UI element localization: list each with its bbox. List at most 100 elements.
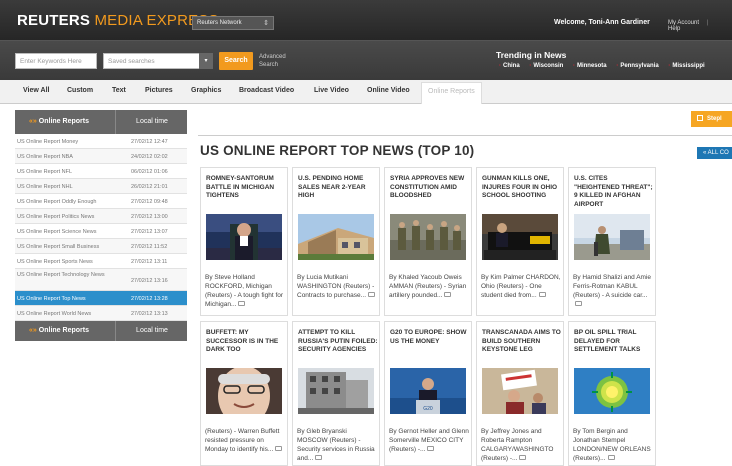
sidebar-report-item[interactable]: US Online Report World News 27/02/12 13:1… [15,306,187,321]
sidebar-report-item[interactable]: US Online Report NBA 24/02/12 02:02 [15,149,187,164]
card-thumbnail[interactable] [206,366,282,426]
sidebar-report-item[interactable]: US Online Report Science News 27/02/12 13… [15,224,187,239]
help-link[interactable]: Help [668,26,680,32]
sidebar-header: «» Online Reports Local time [15,110,187,134]
trending-item[interactable]: · Mississippi [668,63,704,69]
news-card[interactable]: BP OIL SPILL TRIAL DELAYED FOR SETTLEMEN… [568,321,656,466]
trending-item[interactable]: · Minnesota [573,63,607,69]
card-thumbnail[interactable] [206,214,282,260]
tab-view-all[interactable]: View All [23,87,49,94]
media-icon[interactable] [238,301,246,306]
divider [198,135,732,136]
keywords-input[interactable]: Enter Keywords Here [15,53,97,69]
sidebar-header-time[interactable]: Local time [117,110,187,134]
card-summary: By Gleb Bryanski MOSCOW (Reuters) - Secu… [297,427,379,463]
sidebar-report-item[interactable]: US Online Report Small Business 27/02/12 … [15,239,187,254]
list-icon [697,115,703,121]
card-headline[interactable]: ATTEMPT TO KILL RUSSIA'S PUTIN FOILED: S… [298,329,378,355]
card-thumbnail[interactable] [574,214,650,260]
report-name: US Online Report Oddly Enough [17,199,97,205]
card-summary-text: (Reuters) - Warren Buffett resisted pres… [205,428,280,453]
sidebar-footer-time[interactable]: Local time [117,321,187,341]
chevron-down-icon[interactable]: ▾ [199,53,213,69]
card-headline[interactable]: U.S. PENDING HOME SALES NEAR 2-YEAR HIGH [298,175,378,201]
card-headline[interactable]: GUNMAN KILLS ONE, INJURES FOUR IN OHIO S… [482,175,562,201]
sidebar-report-item[interactable]: US Online Report Technology News 27/02/12… [15,269,187,291]
tab-pictures[interactable]: Pictures [145,87,173,94]
sidebar-report-item[interactable]: US Online Report Top News 27/02/12 13:28 [15,291,187,306]
orange-action-button[interactable]: Stepl [691,111,732,127]
trending-item[interactable]: · China [499,63,520,69]
bullet-icon: · [616,63,619,69]
card-summary: (Reuters) - Warren Buffett resisted pres… [205,427,287,454]
news-card[interactable]: TRANSCANADA AIMS TO BUILD SOUTHERN KEYST… [476,321,564,466]
sidebar-report-item[interactable]: US Online Report Money 27/02/12 12:47 [15,134,187,149]
sidebar-report-item[interactable]: US Online Report Oddly Enough 27/02/12 09… [15,194,187,209]
card-summary: By Kim Palmer CHARDON, Ohio (Reuters) - … [481,273,563,300]
reuters-logo[interactable]: REUTERS MEDIA EXPRESS [17,12,219,29]
tab-online-reports[interactable]: Online Reports [421,82,482,104]
media-icon[interactable] [275,446,283,451]
media-icon[interactable] [368,292,376,297]
network-select[interactable]: Reuters Network ⇕ [192,16,274,30]
all-content-button[interactable]: « ALL CO [697,147,732,159]
media-icon[interactable] [607,455,615,460]
card-thumbnail[interactable] [298,214,374,260]
media-icon[interactable] [575,301,582,306]
card-headline[interactable]: ROMNEY-SANTORUM BATTLE IN MICHIGAN TIGHT… [206,175,286,201]
tab-text[interactable]: Text [112,87,126,94]
news-card[interactable]: ROMNEY-SANTORUM BATTLE IN MICHIGAN TIGHT… [200,167,288,316]
trending-item[interactable]: · Wisconsin [529,63,563,69]
card-headline[interactable]: U.S. CITES "HEIGHTENED THREAT"; 9 KILLED… [574,175,654,209]
media-icon[interactable] [444,292,452,297]
trending-title: Trending in News [496,50,567,60]
saved-searches-select[interactable]: Saved searches ▾ [103,53,213,69]
media-icon[interactable] [315,455,323,460]
card-summary-text: By Hamid Shalizi and Amie Ferris-Rotman … [573,274,652,299]
card-headline[interactable]: SYRIA APPROVES NEW CONSTITUTION AMID BLO… [390,175,470,201]
tab-online-video[interactable]: Online Video [367,87,410,94]
report-time: 27/02/12 13:28 [131,296,168,302]
media-icon[interactable] [538,292,546,297]
news-card[interactable]: SYRIA APPROVES NEW CONSTITUTION AMID BLO… [384,167,472,316]
tab-graphics[interactable]: Graphics [191,87,221,94]
news-card[interactable]: GUNMAN KILLS ONE, INJURES FOUR IN OHIO S… [476,167,564,316]
report-time: 27/02/12 09:48 [131,199,168,205]
card-thumbnail[interactable] [482,368,558,414]
card-thumbnail[interactable] [390,214,466,260]
report-time: 27/02/12 13:00 [131,214,168,220]
news-card[interactable]: G20 TO EUROPE: SHOW US THE MONEY G20 By Ge… [384,321,472,466]
tab-broadcast-video[interactable]: Broadcast Video [239,87,294,94]
card-headline[interactable]: G20 TO EUROPE: SHOW US THE MONEY [390,329,470,346]
sidebar-footer-reports[interactable]: «» Online Reports [15,321,116,341]
card-summary: By Lucia Mutikani WASHINGTON (Reuters) -… [297,273,379,300]
advanced-search-link[interactable]: Advanced Search [259,53,286,69]
trending-item[interactable]: · Pennsylvania [616,63,658,69]
tab-live-video[interactable]: Live Video [314,87,349,94]
sort-arrows-icon: «» [29,327,37,334]
card-thumbnail[interactable] [574,368,650,414]
tab-custom[interactable]: Custom [67,87,93,94]
news-card[interactable]: U.S. CITES "HEIGHTENED THREAT"; 9 KILLED… [568,167,656,316]
news-card[interactable]: BUFFETT: MY SUCCESSOR IS IN THE DARK TOO… [200,321,288,466]
card-headline[interactable]: BP OIL SPILL TRIAL DELAYED FOR SETTLEMEN… [574,329,654,355]
card-thumbnail[interactable]: G20 [390,368,466,414]
report-time: 26/02/12 21:01 [131,184,168,190]
card-thumbnail[interactable] [298,368,374,414]
card-headline[interactable]: BUFFETT: MY SUCCESSOR IS IN THE DARK TOO [206,329,286,355]
sidebar-report-item[interactable]: US Online Report Sports News 27/02/12 13:… [15,254,187,269]
advanced-label-2: Search [259,62,279,68]
sidebar-header-reports[interactable]: «» Online Reports [15,110,116,134]
search-button[interactable]: Search [219,52,253,70]
media-icon[interactable] [427,446,435,451]
sidebar-report-item[interactable]: US Online Report Politics News 27/02/12 1… [15,209,187,224]
report-time: 27/02/12 13:11 [131,259,168,265]
media-icon[interactable] [519,455,527,460]
news-card[interactable]: U.S. PENDING HOME SALES NEAR 2-YEAR HIGH… [292,167,380,316]
report-time: 27/02/12 13:16 [131,278,168,284]
card-thumbnail[interactable] [482,214,558,260]
news-card[interactable]: ATTEMPT TO KILL RUSSIA'S PUTIN FOILED: S… [292,321,380,466]
card-headline[interactable]: TRANSCANADA AIMS TO BUILD SOUTHERN KEYST… [482,329,562,355]
sidebar-report-item[interactable]: US Online Report NFL 06/02/12 01:06 [15,164,187,179]
sidebar-report-item[interactable]: US Online Report NHL 26/02/12 21:01 [15,179,187,194]
